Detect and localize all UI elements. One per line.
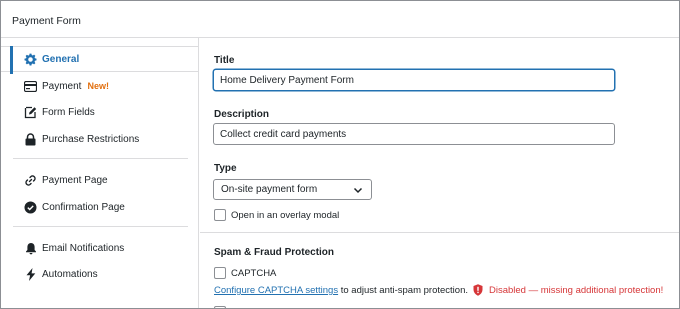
sidebar-item-payment-page[interactable]: Payment Page: [1, 167, 198, 193]
window-titlebar: Payment Form: [1, 1, 679, 38]
sidebar-item-general[interactable]: General: [1, 46, 198, 74]
sidebar-item-label: Payment: [42, 80, 82, 92]
sidebar-item-email-notifications[interactable]: Email Notifications: [1, 235, 198, 261]
sidebar-item-payment[interactable]: Payment New!: [1, 73, 198, 99]
sidebar-item-label: Automations: [42, 268, 98, 280]
captcha-note: Configure CAPTCHA settings to adjust ant…: [214, 285, 468, 296]
captcha-checkbox[interactable]: [214, 267, 226, 279]
new-badge: New!: [87, 80, 109, 91]
general-settings-panel: Title Description Type On-site payment f…: [200, 38, 679, 308]
credit-card-icon: [24, 80, 37, 93]
sidebar-item-label-wrap: Payment New!: [42, 81, 109, 92]
payment-form-window: Payment Form General Payment New! Form Fi…: [0, 0, 680, 309]
description-label: Description: [214, 109, 270, 120]
sidebar-item-label: Email Notifications: [42, 242, 125, 254]
link-icon: [24, 174, 37, 187]
bell-icon: [24, 242, 37, 255]
type-label: Type: [214, 163, 237, 174]
sidebar-divider: [13, 158, 188, 159]
sidebar-item-form-fields[interactable]: Form Fields: [1, 99, 198, 125]
type-select[interactable]: On-site payment form: [213, 179, 372, 200]
window-title: Payment Form: [12, 15, 81, 27]
overlay-modal-checkbox[interactable]: [214, 209, 226, 221]
sidebar-item-label: General: [42, 53, 80, 65]
description-input[interactable]: [213, 123, 615, 145]
captcha-warning: Disabled — missing additional protection…: [473, 284, 663, 296]
chevron-down-icon: [353, 185, 363, 195]
sidebar-item-automations[interactable]: Automations: [1, 261, 198, 287]
sidebar-item-label: Purchase Restrictions: [42, 133, 140, 145]
sidebar-divider: [13, 226, 188, 227]
title-input[interactable]: [213, 69, 615, 91]
edit-icon: [24, 106, 37, 119]
captcha-note-text: to adjust anti-spam protection.: [340, 285, 468, 296]
sidebar-item-label: Payment Page: [42, 174, 108, 186]
overlay-modal-label: Open in an overlay modal: [231, 210, 340, 221]
shield-warning-icon: [473, 284, 483, 296]
check-circle-icon: [24, 201, 37, 214]
sidebar-item-label: Confirmation Page: [42, 201, 125, 213]
settings-sidebar: General Payment New! Form Fields Purchase…: [1, 38, 199, 308]
sidebar-item-label: Form Fields: [42, 106, 95, 118]
sidebar-item-purchase-restrictions[interactable]: Purchase Restrictions: [1, 126, 198, 152]
configure-captcha-link[interactable]: Configure CAPTCHA settings: [214, 285, 338, 296]
title-label: Title: [214, 55, 235, 66]
captcha-label: CAPTCHA: [231, 268, 277, 279]
lock-icon: [24, 132, 37, 146]
sidebar-item-confirmation-page[interactable]: Confirmation Page: [1, 194, 198, 220]
spam-fraud-heading: Spam & Fraud Protection: [214, 247, 335, 258]
type-select-value: On-site payment form: [221, 184, 318, 195]
gear-icon: [24, 53, 37, 66]
lightning-icon: [24, 267, 37, 281]
section-divider: [200, 232, 679, 233]
captcha-warning-text: Disabled — missing additional protection…: [489, 284, 664, 296]
